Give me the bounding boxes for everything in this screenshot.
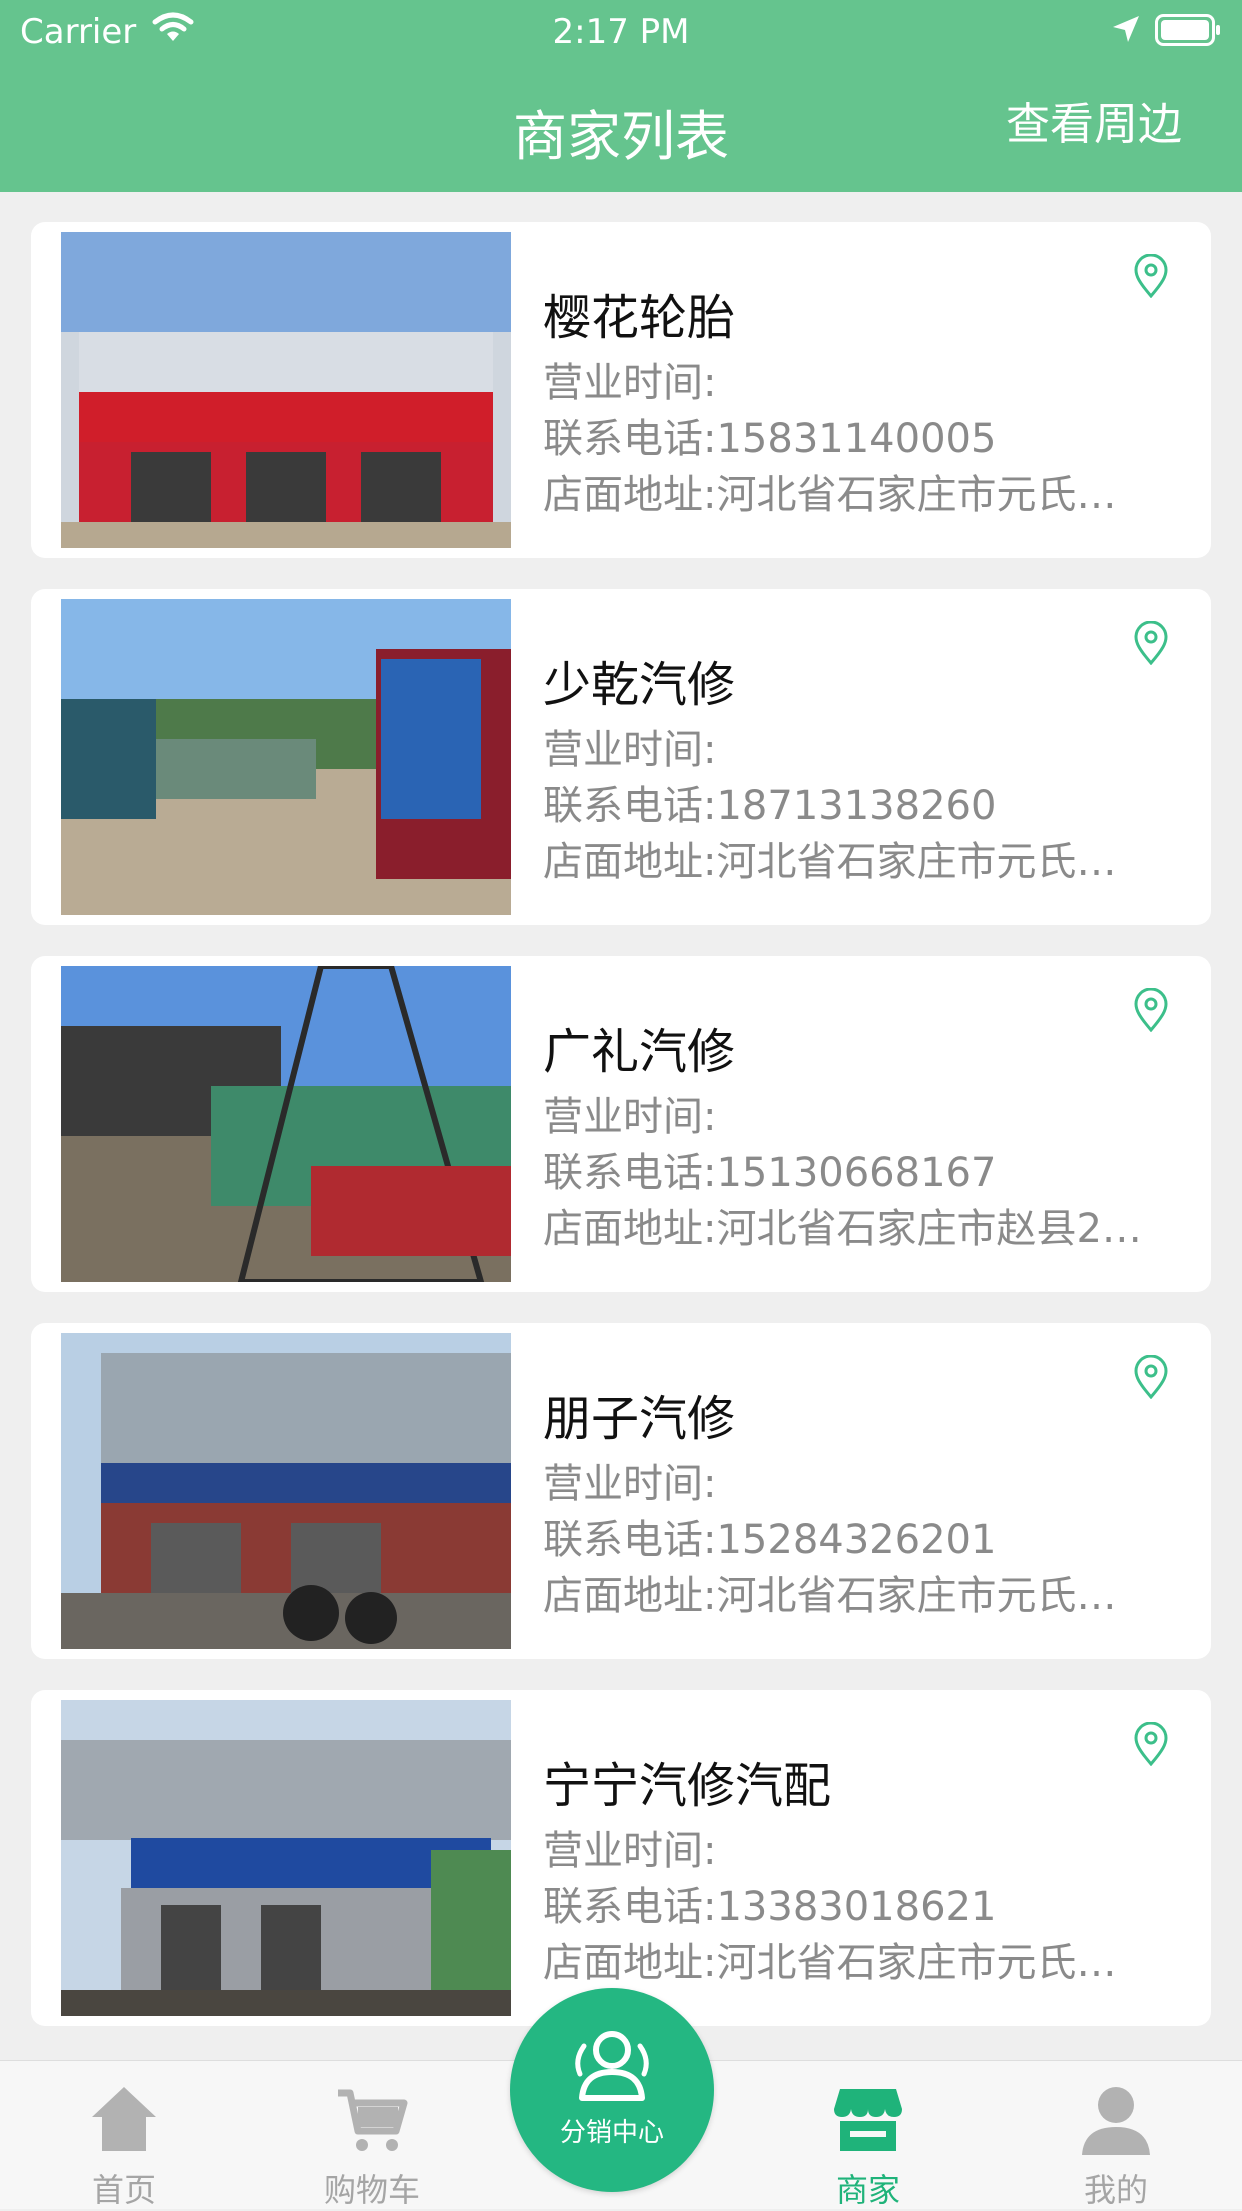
location-pin-icon[interactable] (1133, 1354, 1169, 1400)
merchant-phone[interactable]: 联系电话:15130668167 (543, 1140, 996, 1198)
merchant-photo (61, 1700, 511, 2016)
cart-icon (332, 2079, 412, 2159)
user-icon (1076, 2079, 1156, 2159)
location-arrow-icon (1111, 14, 1141, 48)
fab-label: 分销中心 (559, 2118, 664, 2148)
location-pin-icon[interactable] (1133, 620, 1169, 666)
merchant-address: 店面地址:河北省石家庄市赵县2… (543, 1206, 1142, 1252)
merchant-phone[interactable]: 联系电话:18713138260 (543, 773, 996, 831)
merchant-address: 店面地址:河北省石家庄市元氏… (543, 472, 1117, 518)
merchant-address: 店面地址:河北省石家庄市元氏… (543, 1573, 1117, 1619)
merchant-name: 樱花轮胎 (543, 290, 736, 346)
merchant-phone[interactable]: 联系电话:15831140005 (543, 406, 996, 464)
merchant-phone[interactable]: 联系电话:15284326201 (543, 1507, 996, 1565)
merchant-phone[interactable]: 联系电话:13383018621 (543, 1874, 996, 1932)
merchant-photo (61, 966, 511, 1282)
location-pin-icon[interactable] (1133, 253, 1169, 299)
merchant-hours: 营业时间: (543, 1094, 717, 1140)
merchant-card[interactable]: 少乾汽修 营业时间: 联系电话:18713138260 店面地址:河北省石家庄市… (31, 589, 1211, 925)
location-pin-icon[interactable] (1133, 1721, 1169, 1767)
home-icon (84, 2079, 164, 2159)
merchant-card[interactable]: 朋子汽修 营业时间: 联系电话:15284326201 店面地址:河北省石家庄市… (31, 1323, 1211, 1659)
status-time: 2:17 PM (552, 12, 690, 52)
merchant-card[interactable]: 宁宁汽修汽配 营业时间: 联系电话:13383018621 店面地址:河北省石家… (31, 1690, 1211, 2026)
tab-profile[interactable]: 我的 (992, 2061, 1240, 2209)
tab-label: 购物车 (323, 2171, 420, 2209)
merchant-address: 店面地址:河北省石家庄市元氏… (543, 839, 1117, 885)
tab-merchants[interactable]: 商家 (744, 2061, 992, 2209)
merchant-name: 朋子汽修 (543, 1391, 736, 1447)
merchant-hours: 营业时间: (543, 1828, 717, 1874)
merchant-name: 少乾汽修 (543, 657, 736, 713)
merchant-photo (61, 1333, 511, 1649)
battery-icon (1155, 14, 1221, 46)
merchant-photo (61, 599, 511, 915)
merchant-hours: 营业时间: (543, 360, 717, 406)
merchant-hours: 营业时间: (543, 1461, 717, 1507)
store-icon (828, 2079, 908, 2159)
merchant-card[interactable]: 樱花轮胎 营业时间: 联系电话:15831140005 店面地址:河北省石家庄市… (31, 222, 1211, 558)
merchant-card[interactable]: 广礼汽修 营业时间: 联系电话:15130668167 店面地址:河北省石家庄市… (31, 956, 1211, 1292)
tab-label: 首页 (91, 2171, 156, 2209)
navigation-bar: 商家列表 查看周边 (0, 62, 1242, 192)
merchant-name: 宁宁汽修汽配 (543, 1758, 832, 1814)
merchant-photo (61, 232, 511, 548)
tab-label: 我的 (1083, 2171, 1148, 2209)
users-icon (570, 2026, 654, 2106)
tab-label: 商家 (835, 2171, 900, 2209)
merchant-address: 店面地址:河北省石家庄市元氏… (543, 1940, 1117, 1986)
location-pin-icon[interactable] (1133, 987, 1169, 1033)
tab-home[interactable]: 首页 (0, 2061, 248, 2209)
merchant-name: 广礼汽修 (543, 1024, 736, 1080)
merchant-hours: 营业时间: (543, 727, 717, 773)
status-bar: Carrier 2:17 PM (0, 0, 1242, 62)
distribution-center-button[interactable]: 分销中心 (510, 1988, 714, 2192)
tab-cart[interactable]: 购物车 (248, 2061, 496, 2209)
view-nearby-button[interactable]: 查看周边 (1006, 88, 1182, 152)
